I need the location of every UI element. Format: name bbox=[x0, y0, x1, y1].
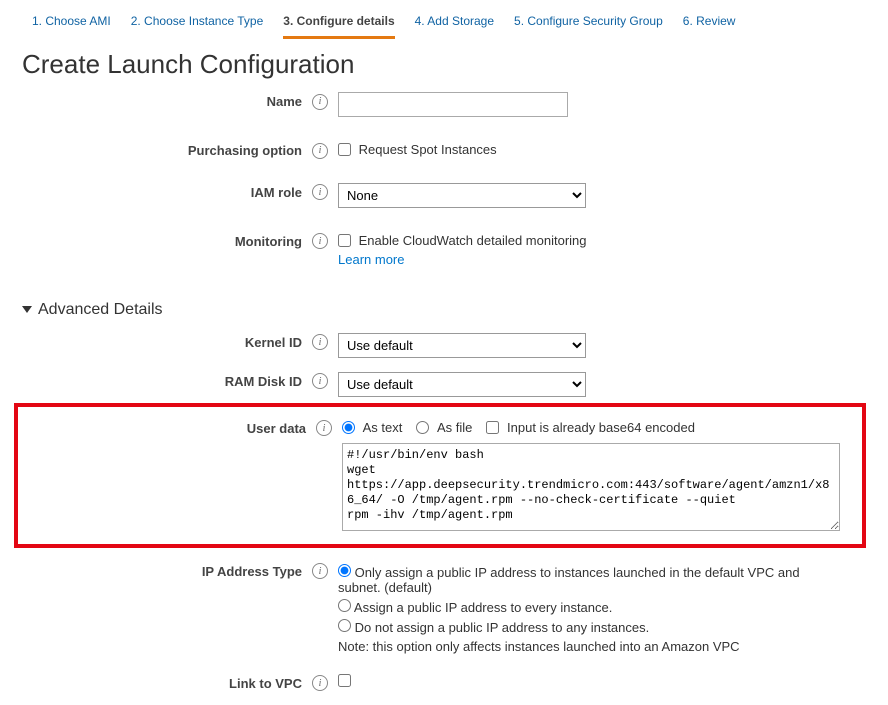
iptype-note: Note: this option only affects instances… bbox=[338, 637, 838, 654]
info-icon[interactable]: i bbox=[312, 373, 328, 389]
step-security-group[interactable]: 5. Configure Security Group bbox=[514, 8, 663, 39]
name-label: Name bbox=[22, 90, 312, 109]
iptype-radio-default[interactable] bbox=[338, 564, 351, 577]
ramdisk-label: RAM Disk ID bbox=[22, 370, 312, 389]
iptype-radio-default-label: Only assign a public IP address to insta… bbox=[338, 565, 800, 595]
linkvpc-label: Link to VPC bbox=[22, 672, 312, 691]
userdata-b64-checkbox[interactable] bbox=[486, 421, 499, 434]
info-icon[interactable]: i bbox=[312, 563, 328, 579]
caret-down-icon[interactable] bbox=[22, 306, 32, 313]
info-icon[interactable]: i bbox=[312, 675, 328, 691]
iam-select[interactable]: None bbox=[338, 183, 586, 208]
info-icon[interactable]: i bbox=[316, 420, 332, 436]
wizard-steps: 1. Choose AMI 2. Choose Instance Type 3.… bbox=[0, 0, 888, 39]
row-ramdisk: RAM Disk ID i Use default bbox=[22, 364, 866, 403]
monitoring-label: Monitoring bbox=[22, 230, 312, 249]
name-input[interactable] bbox=[338, 92, 568, 117]
iptype-label: IP Address Type bbox=[22, 560, 312, 579]
row-userdata: User data i As text As file Input is alr… bbox=[18, 411, 858, 540]
step-review[interactable]: 6. Review bbox=[683, 8, 736, 39]
iptype-radio-none-label: Do not assign a public IP address to any… bbox=[355, 620, 650, 635]
info-icon[interactable]: i bbox=[312, 233, 328, 249]
row-iam: IAM role i None bbox=[22, 165, 866, 214]
linkvpc-checkbox[interactable] bbox=[338, 674, 351, 687]
userdata-textarea[interactable] bbox=[342, 443, 840, 531]
iptype-radio-every-label: Assign a public IP address to every inst… bbox=[354, 600, 612, 615]
step-choose-ami[interactable]: 1. Choose AMI bbox=[32, 8, 111, 39]
row-linkvpc: Link to VPC i bbox=[22, 660, 866, 698]
userdata-highlight: User data i As text As file Input is alr… bbox=[14, 403, 866, 548]
monitoring-checkbox[interactable] bbox=[338, 234, 351, 247]
kernel-select[interactable]: Use default bbox=[338, 333, 586, 358]
userdata-b64-label: Input is already base64 encoded bbox=[507, 420, 695, 435]
row-monitoring: Monitoring i Enable CloudWatch detailed … bbox=[22, 214, 866, 273]
page-title: Create Launch Configuration bbox=[0, 39, 888, 84]
info-icon[interactable]: i bbox=[312, 94, 328, 110]
monitoring-checkbox-label: Enable CloudWatch detailed monitoring bbox=[359, 233, 587, 248]
info-icon[interactable]: i bbox=[312, 184, 328, 200]
info-icon[interactable]: i bbox=[312, 143, 328, 159]
info-icon[interactable]: i bbox=[312, 334, 328, 350]
iptype-radio-every[interactable] bbox=[338, 599, 351, 612]
advanced-header[interactable]: Advanced Details bbox=[0, 281, 888, 325]
ramdisk-select[interactable]: Use default bbox=[338, 372, 586, 397]
basic-section: Name i Purchasing option i Request Spot … bbox=[0, 84, 888, 281]
row-iptype: IP Address Type i Only assign a public I… bbox=[22, 548, 866, 660]
row-purchasing: Purchasing option i Request Spot Instanc… bbox=[22, 123, 866, 165]
step-choose-instance-type[interactable]: 2. Choose Instance Type bbox=[131, 8, 264, 39]
userdata-radio-text[interactable] bbox=[342, 421, 355, 434]
learn-more-link[interactable]: Learn more bbox=[338, 252, 404, 267]
userdata-label: User data bbox=[18, 417, 316, 436]
step-add-storage[interactable]: 4. Add Storage bbox=[415, 8, 494, 39]
iptype-radio-none[interactable] bbox=[338, 619, 351, 632]
spot-label: Request Spot Instances bbox=[359, 142, 497, 157]
iam-label: IAM role bbox=[22, 181, 312, 200]
kernel-label: Kernel ID bbox=[22, 331, 312, 350]
step-configure-details[interactable]: 3. Configure details bbox=[283, 8, 394, 39]
row-name: Name i bbox=[22, 84, 866, 123]
purchasing-label: Purchasing option bbox=[22, 139, 312, 158]
advanced-section: Kernel ID i Use default RAM Disk ID i Us… bbox=[0, 325, 888, 705]
advanced-heading-text: Advanced Details bbox=[38, 301, 163, 319]
row-kernel: Kernel ID i Use default bbox=[22, 325, 866, 364]
userdata-radio-file[interactable] bbox=[416, 421, 429, 434]
spot-checkbox[interactable] bbox=[338, 143, 351, 156]
userdata-radio-text-label: As text bbox=[363, 420, 403, 435]
userdata-radio-file-label: As file bbox=[437, 420, 472, 435]
